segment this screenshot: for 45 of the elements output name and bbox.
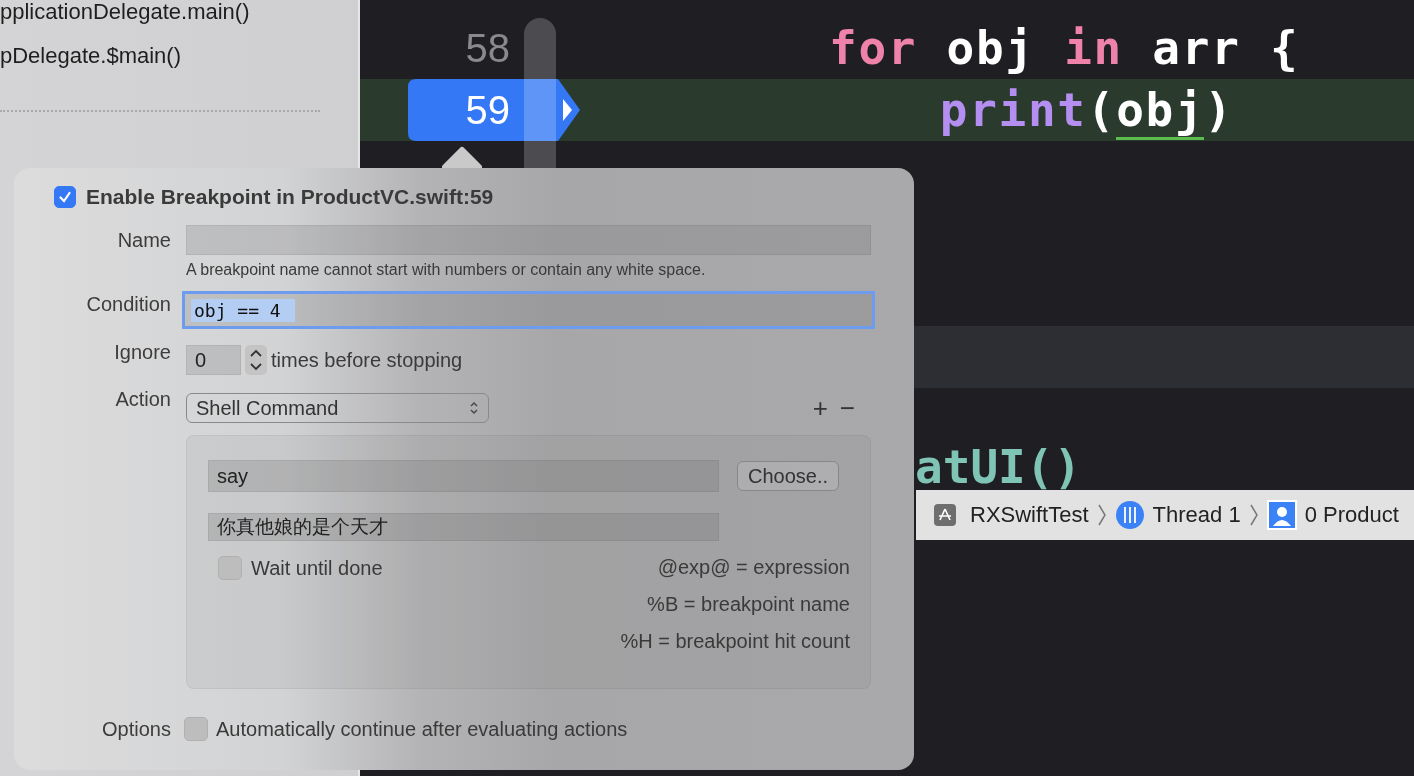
user-icon[interactable] [1266,500,1297,530]
legend-text: @exp@ = expression [657,556,850,579]
breadcrumb-item[interactable]: RXSwiftTest [970,502,1089,528]
choose-button[interactable]: Choose.. [737,461,840,491]
breadcrumb-item[interactable]: Thread 1 [1152,502,1241,528]
checkbox[interactable] [54,186,76,208]
breakpoint-marker[interactable] [408,79,580,141]
code-line: for obj in arr { [829,20,1300,76]
field-label: Action [114,387,171,411]
command-field[interactable]: say [208,460,719,492]
code-line: print(obj) [939,82,1234,138]
line-number: 59 [465,87,510,133]
popover-title: Enable Breakpoint in ProductVC.swift:59 [86,185,494,209]
field-label: Options [101,717,171,741]
field-label: Ignore [113,340,171,364]
field-label: Name [116,228,171,252]
checkbox-label: Automatically continue after evaluating actions [216,717,628,741]
arguments-field[interactable]: 你真他娘的是个天才 [208,513,719,541]
remove-button[interactable]: − [837,394,857,422]
action-dropdown[interactable]: Shell Command [186,393,489,423]
field-label: Condition [85,292,171,316]
checkbox[interactable] [184,717,208,741]
chevron-icon [1248,503,1259,527]
name-field[interactable] [186,225,871,255]
line-number: 58 [465,25,510,71]
ignore-count-field[interactable]: 0 [186,345,241,375]
field-value: obj == 4 [191,298,295,322]
check-icon [57,189,73,205]
breadcrumb-item[interactable]: 0 Product [1304,502,1399,528]
legend-text: %H = breakpoint hit count [620,630,850,653]
thread-icon[interactable] [1114,500,1145,530]
updown-icon [469,400,479,416]
checkbox[interactable] [218,556,242,580]
checkbox-label: Wait until done [251,556,383,580]
condition-field[interactable]: obj == 4 [182,291,875,329]
code-line: atUI() [915,440,1082,494]
stack-frame[interactable]: pDelegate.$main() [0,44,358,68]
chevron-icon [1096,503,1107,527]
app-icon[interactable] [934,504,956,526]
legend-text: %B = breakpoint name [647,593,850,616]
stepper-icon[interactable] [245,345,267,375]
add-button[interactable]: + [810,394,830,422]
ignore-suffix: times before stopping [271,348,463,372]
hint-text: A breakpoint name cannot start with numbers or contain any white space. [186,261,707,279]
stack-frame[interactable]: pplicationDelegate.main() [0,0,358,24]
